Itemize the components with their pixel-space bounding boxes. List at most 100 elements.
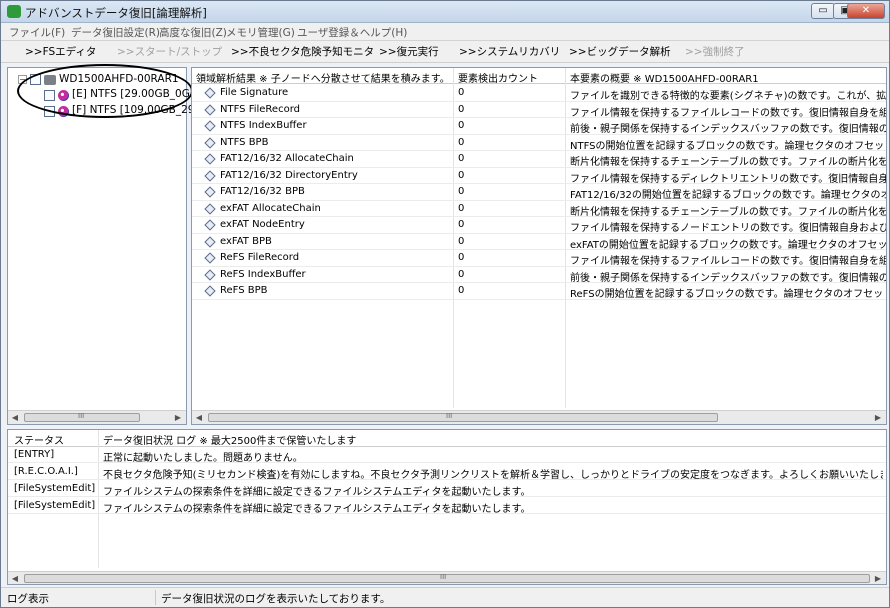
- log-column-message[interactable]: データ復旧状況 ログ ※ 最大2500件まで保管いたします: [103, 432, 356, 447]
- scroll-right-icon[interactable]: ▶: [871, 572, 885, 584]
- force-quit-button[interactable]: >>強制終了: [685, 44, 745, 59]
- restore-execute-button[interactable]: >>復元実行: [379, 44, 439, 59]
- log-row[interactable]: [ENTRY] 正常に起動いたしました。問題ありません。: [8, 447, 886, 464]
- status-divider: [155, 590, 156, 605]
- scroll-left-icon[interactable]: ◀: [192, 411, 206, 424]
- row-detect-count: 0: [458, 169, 465, 181]
- menu-user-registration-help[interactable]: ユーザ登録＆ヘルプ(H): [297, 25, 407, 40]
- row-description: exFATの開始位置を記録するブロックの数です。論理セクタのオフセットを求: [570, 239, 886, 251]
- scroll-thumb[interactable]: [208, 413, 718, 422]
- toolbar: >>FSエディタ >>スタート/ストップ >>不良セクタ危険予知モニタ >>復元…: [1, 41, 889, 63]
- table-row[interactable]: ReFS BPB 0 ReFSの開始位置を記録するブロックの数です。論理セクタのオフ…: [192, 283, 886, 300]
- table-row[interactable]: NTFS BPB 0 NTFSの開始位置を記録するブロックの数です。論理セクタのオフ…: [192, 135, 886, 152]
- row-detect-count: 0: [458, 268, 465, 280]
- element-type-icon: [204, 252, 216, 264]
- column-header-summary[interactable]: 本要素の概要 ※ WD1500AHFD-00RAR1: [570, 70, 886, 85]
- minimize-button[interactable]: ▭: [811, 3, 835, 19]
- grid-header: 領域解析結果 ※ 子ノードへ分散させて結果を積みます。 要素検出カウント 本要素…: [192, 68, 886, 85]
- scroll-left-icon[interactable]: ◀: [8, 411, 22, 424]
- log-status: [FileSystemEdit]: [14, 483, 96, 494]
- row-description: 断片化情報を保持するチェーンテーブルの数です。ファイルの断片化を組み立: [570, 206, 886, 218]
- element-type-icon: [204, 103, 216, 116]
- app-window: アドバンストデータ復旧[論理解析] ▭ ▣ ✕ ファイル(F) データ復旧設定(…: [0, 0, 890, 608]
- log-row[interactable]: [FileSystemEdit] ファイルシステムの探索条件を詳細に設定できるファ…: [8, 498, 886, 515]
- scroll-thumb[interactable]: [24, 574, 870, 583]
- row-detect-count: 0: [458, 153, 465, 164]
- log-row[interactable]: [R.E.C.O.A.I.] 不良セクタ危険予知(ミリセカンド検査)を有効にします…: [8, 464, 886, 481]
- row-description: 前後・親子関係を保持するインデックスバッファの数です。復旧情報の前後・: [570, 124, 886, 135]
- log-horizontal-scrollbar[interactable]: ◀ III ▶: [8, 571, 886, 584]
- row-description: ファイルを識別できる特徴的な要素(シグネチャ)の数です。これが、拡張子別: [570, 91, 886, 102]
- menu-recovery-settings[interactable]: データ復旧設定(R): [71, 25, 160, 40]
- scroll-right-icon[interactable]: ▶: [871, 411, 885, 424]
- row-detect-count: 0: [458, 252, 465, 263]
- title-bar[interactable]: アドバンストデータ復旧[論理解析] ▭ ▣ ✕: [1, 1, 889, 23]
- element-type-icon: [204, 87, 216, 99]
- row-element-name: NTFS BPB: [220, 136, 269, 148]
- system-recovery-button[interactable]: >>システムリカバリ: [459, 44, 560, 59]
- row-description: FAT12/16/32の開始位置を記録するブロックの数です。論理セクタのオフセッ: [570, 190, 886, 201]
- row-detect-count: 0: [458, 235, 465, 247]
- element-type-icon: [204, 219, 216, 231]
- scroll-left-icon[interactable]: ◀: [8, 572, 22, 584]
- table-row[interactable]: FAT12/16/32 AllocateChain 0 断片化情報を保持するチェーン…: [192, 151, 886, 168]
- menu-advanced-recovery[interactable]: 高度な復旧(Z): [159, 25, 227, 40]
- row-detect-count: 0: [458, 186, 465, 197]
- table-row[interactable]: NTFS IndexBuffer 0 前後・親子関係を保持するインデックスバッファの…: [192, 118, 886, 135]
- row-element-name: exFAT NodeEntry: [220, 219, 305, 230]
- scroll-grip: III: [440, 573, 447, 581]
- element-type-icon: [204, 235, 216, 248]
- row-description: 前後・親子関係を保持するインデックスバッファの数です。復旧情報の前後・: [570, 272, 886, 284]
- status-message: データ復旧状況のログを表示いたしております。: [161, 593, 391, 605]
- log-panel: ステータス データ復旧状況 ログ ※ 最大2500件まで保管いたします [ENT…: [7, 429, 887, 585]
- table-row[interactable]: File Signature 0 ファイルを識別できる特徴的な要素(シグネチャ)の数…: [192, 85, 886, 102]
- table-row[interactable]: exFAT NodeEntry 0 ファイル情報を保持するノードエントリの数です。復…: [192, 217, 886, 234]
- log-message: ファイルシステムの探索条件を詳細に設定できるファイルシステムエディタを起動いたし…: [103, 487, 531, 498]
- scroll-grip: III: [446, 412, 453, 420]
- element-type-icon: [204, 169, 216, 182]
- analysis-results-grid: 領域解析結果 ※ 子ノードへ分散させて結果を積みます。 要素検出カウント 本要素…: [191, 67, 887, 425]
- row-element-name: FAT12/16/32 AllocateChain: [220, 153, 354, 164]
- row-element-name: NTFS IndexBuffer: [220, 120, 307, 131]
- row-description: 断片化情報を保持するチェーンテーブルの数です。ファイルの断片化を組み立: [570, 157, 886, 168]
- table-row[interactable]: FAT12/16/32 BPB 0 FAT12/16/32の開始位置を記録するブロッ…: [192, 184, 886, 201]
- table-row[interactable]: NTFS FileRecord 0 ファイル情報を保持するファイルレコードの数です。…: [192, 102, 886, 119]
- drive-tree: − WD1500AHFD-00RAR1 [E] NTFS [29.00GB_0G…: [7, 67, 203, 425]
- status-bar: ログ表示 データ復旧状況のログを表示いたしております。: [1, 587, 889, 607]
- log-status: [FileSystemEdit]: [14, 500, 96, 511]
- element-type-icon: [204, 202, 216, 215]
- bad-sector-monitor-button[interactable]: >>不良セクタ危険予知モニタ: [231, 44, 374, 59]
- tree-horizontal-scrollbar[interactable]: ◀ III ▶: [8, 410, 186, 424]
- log-column-status[interactable]: ステータス: [14, 432, 64, 447]
- element-type-icon: [204, 136, 216, 149]
- column-header-area[interactable]: 領域解析結果 ※ 子ノードへ分散させて結果を積みます。: [196, 70, 450, 85]
- row-element-name: FAT12/16/32 BPB: [220, 186, 305, 197]
- row-element-name: ReFS IndexBuffer: [220, 268, 306, 280]
- big-data-analysis-button[interactable]: >>ビッグデータ解析: [569, 44, 671, 59]
- row-description: ファイル情報を保持するファイルレコードの数です。復旧情報自身を組み立て: [570, 107, 886, 119]
- log-row[interactable]: [FileSystemEdit] ファイルシステムの探索条件を詳細に設定できるファ…: [8, 481, 886, 498]
- fs-editor-button[interactable]: >>FSエディタ: [25, 44, 96, 59]
- table-row[interactable]: ReFS FileRecord 0 ファイル情報を保持するファイルレコードの数です。…: [192, 250, 886, 267]
- element-type-icon: [204, 285, 216, 297]
- column-header-count[interactable]: 要素検出カウント: [458, 70, 564, 85]
- start-stop-button[interactable]: >>スタート/ストップ: [117, 44, 222, 59]
- close-button[interactable]: ✕: [847, 3, 885, 19]
- scroll-right-icon[interactable]: ▶: [171, 411, 185, 424]
- row-description: ReFSの開始位置を記録するブロックの数です。論理セクタのオフセットを求め: [570, 289, 886, 300]
- table-row[interactable]: exFAT AllocateChain 0 断片化情報を保持するチェーンテーブルの数…: [192, 201, 886, 218]
- row-detect-count: 0: [458, 219, 465, 230]
- log-header: ステータス データ復旧状況 ログ ※ 最大2500件まで保管いたします: [8, 430, 886, 447]
- log-message: 正常に起動いたしました。問題ありません。: [103, 453, 303, 464]
- table-row[interactable]: exFAT BPB 0 exFATの開始位置を記録するブロックの数です。論理セクタの…: [192, 234, 886, 251]
- menu-bar: ファイル(F) データ復旧設定(R) 高度な復旧(Z) メモリ管理(G) ユーザ…: [1, 23, 889, 41]
- grid-horizontal-scrollbar[interactable]: ◀ III ▶: [192, 410, 886, 424]
- status-left: ログ表示: [7, 593, 49, 605]
- log-status: [R.E.C.O.A.I.]: [14, 466, 78, 477]
- table-row[interactable]: ReFS IndexBuffer 0 前後・親子関係を保持するインデックスバッファの…: [192, 267, 886, 284]
- table-row[interactable]: FAT12/16/32 DirectoryEntry 0 ファイル情報を保持するディ…: [192, 168, 886, 185]
- menu-memory-management[interactable]: メモリ管理(G): [226, 25, 295, 40]
- row-description: ファイル情報を保持するディレクトリエントリの数です。復旧情報自身および: [570, 173, 886, 185]
- element-type-icon: [204, 120, 216, 132]
- menu-file[interactable]: ファイル(F): [9, 25, 65, 40]
